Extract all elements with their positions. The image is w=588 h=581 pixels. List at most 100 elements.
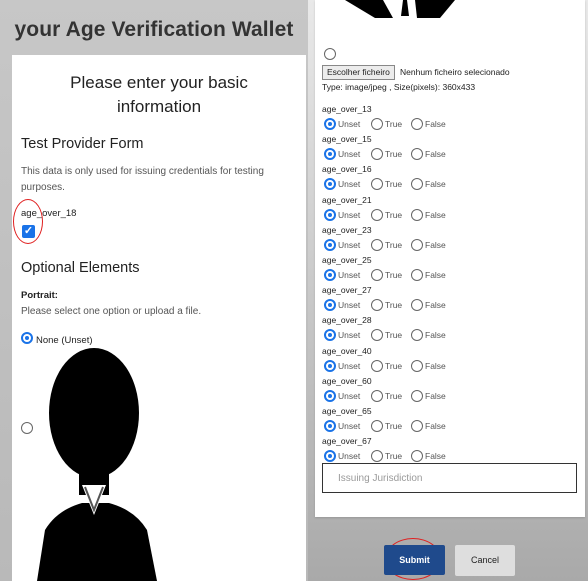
no-file-selected-text: Nenhum ficheiro selecionado [400, 67, 510, 77]
age-option-false-radio[interactable] [411, 238, 423, 251]
right-panel: Escolher ficheiro Nenhum ficheiro seleci… [308, 0, 588, 581]
age-option-unset-radio[interactable] [324, 238, 336, 251]
optional-elements-title: Optional Elements [21, 260, 140, 276]
age-option-false-label: False [425, 360, 446, 371]
age-option-false-radio[interactable] [411, 329, 423, 342]
app-title: your Age Verification Wallet [14, 18, 294, 41]
form-heading: Please enter your basic information [70, 73, 248, 116]
age-option-false-radio[interactable] [411, 389, 423, 402]
age-option-false-radio[interactable] [411, 208, 423, 221]
issuing-jurisdiction-input[interactable]: Issuing Jurisdiction [322, 463, 577, 493]
age-option-unset-label: Unset [338, 360, 361, 371]
age-option-true-radio[interactable] [371, 359, 383, 372]
age-option-true-label: True [385, 451, 403, 462]
age-option-unset-radio[interactable] [324, 389, 336, 402]
age-field-label: age_over_67 [322, 436, 372, 447]
age-option-true-radio[interactable] [371, 208, 383, 221]
age-option-false-radio[interactable] [411, 299, 423, 312]
age-option-false-label: False [425, 209, 446, 220]
age-option-false-radio[interactable] [411, 269, 423, 281]
age-option-true-radio[interactable] [371, 329, 383, 342]
age-option-true-radio[interactable] [371, 450, 383, 463]
submit-button[interactable]: Submit [384, 545, 445, 575]
age-option-true-radio[interactable] [371, 389, 383, 402]
age-field-label: age_over_65 [322, 406, 372, 416]
age-option-true-label: True [385, 239, 403, 250]
cancel-button[interactable]: Cancel [455, 545, 515, 576]
age-option-unset-label: Unset [338, 390, 361, 401]
portrait-label: Portrait: [21, 290, 58, 301]
age-option-unset-label: Unset [338, 209, 361, 220]
age-option-true-label: True [385, 360, 403, 371]
portrait-upload-radio[interactable] [324, 48, 336, 60]
age-option-unset-label: Unset [338, 330, 361, 341]
age-option-unset-label: Unset [338, 300, 361, 311]
age-option-false-radio[interactable] [411, 148, 423, 161]
age-field-label: age_over_28 [322, 315, 372, 326]
form-card: Please enter your basic information Test… [12, 55, 306, 581]
age-option-false-radio[interactable] [411, 420, 423, 432]
age-option-unset-label: Unset [338, 451, 361, 462]
age-option-unset-radio[interactable] [324, 269, 336, 281]
age-option-true-radio[interactable] [371, 118, 383, 130]
age-option-unset-radio[interactable] [324, 299, 336, 312]
age-option-true-label: True [385, 300, 403, 311]
age-option-false-radio[interactable] [411, 359, 423, 372]
age-field-label: age_over_23 [322, 224, 372, 235]
age-option-unset-radio[interactable] [324, 450, 336, 463]
portrait-none-radio[interactable] [21, 332, 33, 344]
choose-file-button[interactable]: Escolher ficheiro [322, 65, 395, 80]
age-option-unset-radio[interactable] [324, 329, 336, 342]
annotation-circle-age-over-18 [13, 199, 43, 244]
portrait-image-radio[interactable] [21, 422, 33, 434]
age-option-true-label: True [385, 179, 403, 190]
age-option-true-label: True [385, 270, 403, 280]
age-option-true-label: True [385, 209, 403, 220]
age-option-false-label: False [425, 239, 446, 250]
age-field-label: age_over_60 [322, 375, 372, 386]
age-option-false-radio[interactable] [411, 118, 423, 130]
age-option-true-radio[interactable] [371, 178, 383, 191]
age-option-unset-label: Unset [338, 179, 361, 190]
age-option-unset-label: Unset [338, 421, 361, 431]
age-field-label: age_over_13 [322, 104, 372, 114]
age-option-false-radio[interactable] [411, 450, 423, 463]
provider-form-title: Test Provider Form [21, 136, 144, 152]
age-option-unset-radio[interactable] [324, 359, 336, 372]
age-option-false-label: False [425, 149, 446, 160]
age-option-true-radio[interactable] [371, 238, 383, 251]
file-type-hint: Type: image/jpeg , Size(pixels): 360x433 [322, 82, 476, 92]
age-option-false-label: False [425, 390, 446, 401]
age-option-false-radio[interactable] [411, 178, 423, 191]
age-option-unset-radio[interactable] [324, 420, 336, 432]
age-field-label: age_over_25 [322, 255, 372, 265]
age-field-label: age_over_40 [322, 345, 372, 356]
age-option-false-label: False [425, 119, 446, 129]
age-option-false-label: False [425, 330, 446, 341]
age-option-unset-radio[interactable] [324, 118, 336, 130]
portrait-silhouette-image[interactable] [37, 345, 157, 581]
portrait-silhouette-bottom-image [345, 0, 455, 18]
age-option-true-label: True [385, 330, 403, 341]
age-option-unset-label: Unset [338, 239, 361, 250]
age-option-true-label: True [385, 421, 403, 431]
age-option-unset-radio[interactable] [324, 178, 336, 191]
age-option-unset-label: Unset [338, 119, 361, 129]
age-field-label: age_over_21 [322, 194, 372, 205]
age-option-unset-label: Unset [338, 270, 361, 280]
age-field-label: age_over_16 [322, 164, 372, 175]
age-option-unset-radio[interactable] [324, 148, 336, 161]
age-option-true-label: True [385, 119, 403, 129]
age-option-true-label: True [385, 149, 403, 160]
form-card-continued: Escolher ficheiro Nenhum ficheiro seleci… [315, 0, 585, 517]
age-field-label: age_over_27 [322, 285, 372, 296]
age-option-false-label: False [425, 300, 446, 311]
age-option-false-label: False [425, 451, 446, 462]
age-option-true-radio[interactable] [371, 299, 383, 312]
left-panel: your Age Verification Wallet Please ente… [0, 0, 308, 581]
age-option-true-radio[interactable] [371, 420, 383, 432]
age-option-true-radio[interactable] [371, 148, 383, 161]
age-option-true-radio[interactable] [371, 269, 383, 281]
form-description: This data is only used for issuing crede… [21, 166, 264, 193]
age-option-unset-radio[interactable] [324, 208, 336, 221]
